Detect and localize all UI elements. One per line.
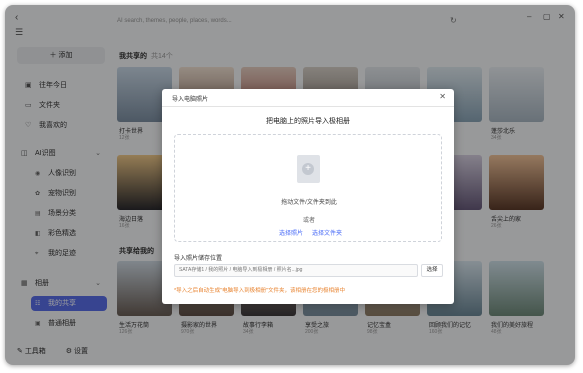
storage-path-field[interactable]: SATA存储1 / 我的照片 / 电脑导入到极相册 / 照片名...jpg bbox=[174, 264, 418, 277]
dialog-divider bbox=[162, 106, 454, 107]
drop-hint: 拖动文件/文件夹到此 bbox=[281, 200, 337, 206]
storage-location-label: 导入照片储存位置 bbox=[174, 256, 223, 262]
app-window: ‹ ☰ AI search, themes, people, places, w… bbox=[5, 5, 575, 365]
or-text: 或者 bbox=[302, 218, 315, 224]
import-note: *导入之后自动生成"电脑导入到极相册"文件夹，该相册在您的极相册中 bbox=[174, 288, 346, 294]
dialog-title: 导入电脑照片 bbox=[172, 97, 209, 103]
drop-zone[interactable]: + 拖动文件/文件夹到此 或者 选择照片 选择文件夹 bbox=[174, 134, 442, 242]
plus-icon: + bbox=[302, 163, 314, 175]
import-dialog: 导入电脑照片 ✕ 把电脑上的照片导入极相册 + 拖动文件/文件夹到此 或者 选择… bbox=[162, 89, 454, 304]
select-folder-link[interactable]: 选择文件夹 bbox=[312, 228, 342, 237]
close-icon[interactable]: ✕ bbox=[439, 92, 446, 101]
dialog-heading: 把电脑上的照片导入极相册 bbox=[266, 118, 350, 125]
choose-location-button[interactable]: 选择 bbox=[421, 264, 443, 277]
file-add-icon: + bbox=[297, 155, 320, 183]
select-photos-link[interactable]: 选择照片 bbox=[279, 228, 303, 237]
